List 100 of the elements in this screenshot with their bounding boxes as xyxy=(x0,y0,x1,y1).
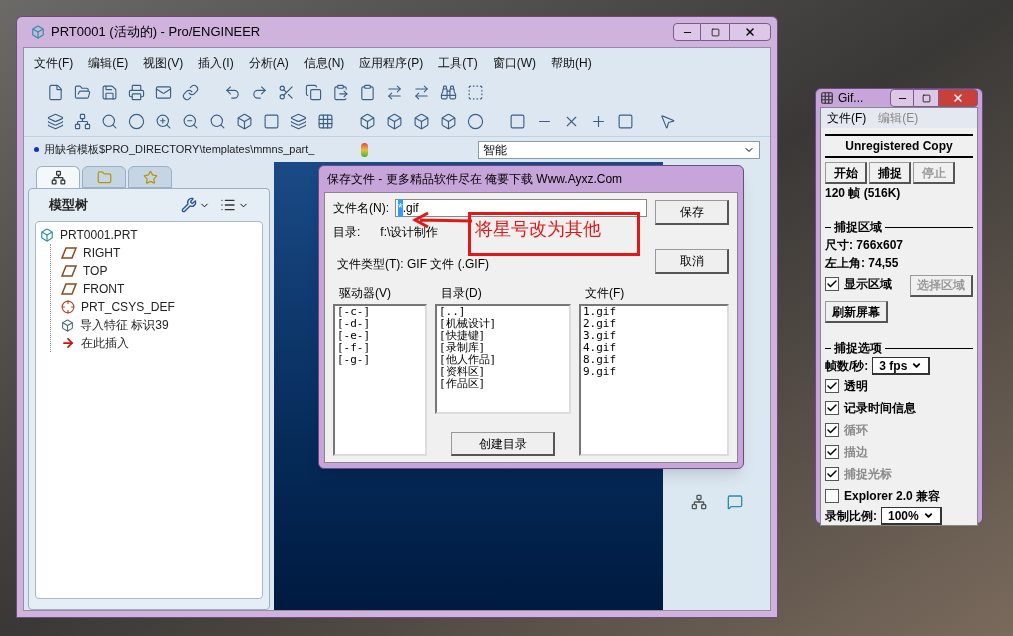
minimize-button[interactable] xyxy=(890,89,914,107)
hierarchy-icon[interactable] xyxy=(690,494,707,510)
menu-item[interactable]: 应用程序(P) xyxy=(359,54,424,72)
list-item[interactable]: 8.gif xyxy=(583,354,725,366)
menu-item[interactable]: 帮助(H) xyxy=(551,54,592,72)
list-item[interactable]: [快捷键] xyxy=(439,330,567,342)
directory-path: f:\设计制作 xyxy=(380,224,439,241)
navigator-tab[interactable] xyxy=(36,166,80,188)
maximize-icon xyxy=(710,27,720,37)
tree-icon xyxy=(50,170,66,185)
list-item[interactable]: [录制库] xyxy=(439,342,567,354)
checkbox[interactable] xyxy=(825,489,839,503)
registration-notice: Unregistered Copy xyxy=(845,138,953,155)
ratio-dropdown[interactable]: 100% xyxy=(881,507,942,525)
close-button[interactable] xyxy=(729,23,771,41)
maximize-button[interactable] xyxy=(914,89,938,107)
plane-icon xyxy=(61,265,77,277)
checkbox[interactable] xyxy=(825,379,839,393)
list-box[interactable]: 1.gif 2.gif 3.gif 4.gif 8.gif 9.gif xyxy=(579,304,729,456)
close-icon xyxy=(952,92,964,104)
list-item[interactable]: [-c-] xyxy=(337,306,423,318)
message-text: 用缺省模板$PRO_DIRECTORY\templates\mmns_part_ xyxy=(43,142,316,158)
push-button[interactable]: 刷新屏幕 xyxy=(825,301,888,323)
position-text: 左上角: 74,55 xyxy=(825,255,900,272)
minimize-button[interactable] xyxy=(673,23,701,41)
list-item[interactable]: 1.gif xyxy=(583,306,725,318)
size-text: 尺寸: 766x607 xyxy=(825,237,905,254)
list-label: 目录(D) xyxy=(441,285,483,302)
list-item[interactable]: [-g-] xyxy=(337,354,423,366)
list-item[interactable]: [作品区] xyxy=(439,378,567,390)
tree-item[interactable]: 导入特征 标识39 xyxy=(61,316,258,334)
plane-icon xyxy=(61,283,77,295)
list-item[interactable]: 3.gif xyxy=(583,330,725,342)
fps-dropdown[interactable]: 3 fps xyxy=(872,357,931,375)
app-icon xyxy=(820,91,834,105)
list-item[interactable]: [机械设计] xyxy=(439,318,567,330)
list-item[interactable]: [-f-] xyxy=(337,342,423,354)
message-bullet-icon xyxy=(34,147,39,152)
list-icon[interactable] xyxy=(220,197,236,213)
menu-item[interactable]: 编辑(E) xyxy=(88,54,129,72)
checkbox-row[interactable]: 透明 xyxy=(825,375,973,397)
menu-item[interactable]: 工具(T) xyxy=(438,54,478,72)
group-heading: 捕捉区域 xyxy=(834,219,882,236)
list-item[interactable]: [-e-] xyxy=(337,330,423,342)
menu-item[interactable]: 视图(V) xyxy=(143,54,184,72)
checkbox[interactable] xyxy=(825,277,839,292)
annotation-callout: 将星号改为其他 xyxy=(468,212,640,256)
tree-item[interactable]: RIGHT xyxy=(61,244,258,262)
list-box[interactable]: [-c-] [-d-] [-e-] [-f-] [-g-] xyxy=(333,304,427,456)
menu-item[interactable]: 分析(A) xyxy=(248,54,289,72)
tools-icon[interactable] xyxy=(181,197,197,213)
menu-item[interactable]: 信息(N) xyxy=(303,54,345,72)
box-icon xyxy=(61,318,74,332)
dialog-title: 保存文件 - 更多精品软件尽在 俺要下载 Www.Ayxz.Com xyxy=(327,171,623,188)
list-item[interactable]: [..] xyxy=(439,306,567,318)
push-button[interactable]: 开始 xyxy=(825,162,867,184)
list-item[interactable]: 2.gif xyxy=(583,318,725,330)
cancel-button[interactable]: 取消 xyxy=(655,249,729,274)
note-icon[interactable] xyxy=(726,494,743,510)
coordinate-system-icon xyxy=(61,300,75,314)
menu-item[interactable]: 插入(I) xyxy=(198,54,234,72)
list-item[interactable]: 4.gif xyxy=(583,342,725,354)
tree-item[interactable]: 在此插入 xyxy=(61,334,258,352)
push-button[interactable]: 捕捉 xyxy=(869,162,911,184)
plane-icon xyxy=(61,247,77,259)
tree-item[interactable]: FRONT xyxy=(61,280,258,298)
save-button[interactable]: 保存 xyxy=(655,200,729,225)
app-icon xyxy=(31,25,45,39)
window-title: Gif... xyxy=(838,90,864,107)
folder-icon xyxy=(96,169,112,185)
filter-dropdown[interactable]: 智能 xyxy=(477,140,760,159)
list-box[interactable]: [..] [机械设计] [快捷键] [录制库] [他人作品] [资料区] [作品区] xyxy=(435,304,571,414)
menu-item[interactable]: 文件(F) xyxy=(827,109,867,127)
list-item[interactable]: [-d-] xyxy=(337,318,423,330)
checkbox-row[interactable]: 显示区域 xyxy=(825,273,892,296)
field-label: 帧数/秒: xyxy=(825,358,869,375)
list-item[interactable]: [资料区] xyxy=(439,366,567,378)
tree-item[interactable]: PRT0001.PRT xyxy=(40,226,258,244)
list-item[interactable]: [他人作品] xyxy=(439,354,567,366)
list-label: 驱动器(V) xyxy=(339,285,392,302)
checkbox[interactable] xyxy=(825,401,839,415)
create-folder-button[interactable]: 创建目录 xyxy=(451,432,555,456)
close-icon xyxy=(744,26,756,38)
menu-item[interactable]: 窗口(W) xyxy=(492,54,536,72)
field-label: 录制比例: xyxy=(825,508,877,525)
list-item[interactable]: 9.gif xyxy=(583,366,725,378)
maximize-icon xyxy=(921,93,931,103)
tree-item[interactable]: PRT_CSYS_DEF xyxy=(61,298,258,316)
menu-item[interactable]: 文件(F) xyxy=(34,54,74,72)
field-label: 目录: xyxy=(333,224,361,241)
field-label: 文件名(N): xyxy=(333,200,389,217)
star-icon xyxy=(142,169,158,185)
group-heading: 捕捉选项 xyxy=(834,340,882,357)
maximize-button[interactable] xyxy=(701,23,729,41)
tree-item[interactable]: TOP xyxy=(61,262,258,280)
window-title: PRT0001 (活动的) - Pro/ENGINEER xyxy=(51,23,261,42)
checkbox-row[interactable]: 记录时间信息 xyxy=(825,397,973,419)
close-button[interactable] xyxy=(938,89,978,107)
list-label: 文件(F) xyxy=(585,285,626,302)
checkbox-row[interactable]: Explorer 2.0 兼容 xyxy=(825,485,973,507)
